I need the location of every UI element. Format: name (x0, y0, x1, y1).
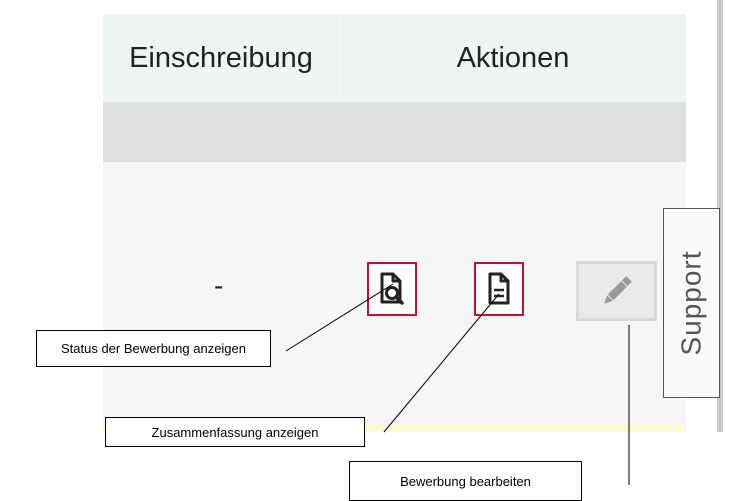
status-callout: Status der Bewerbung anzeigen (36, 330, 271, 367)
summary-callout: Zusammenfassung anzeigen (105, 417, 365, 447)
edit-callout: Bewerbung bearbeiten (349, 461, 582, 501)
